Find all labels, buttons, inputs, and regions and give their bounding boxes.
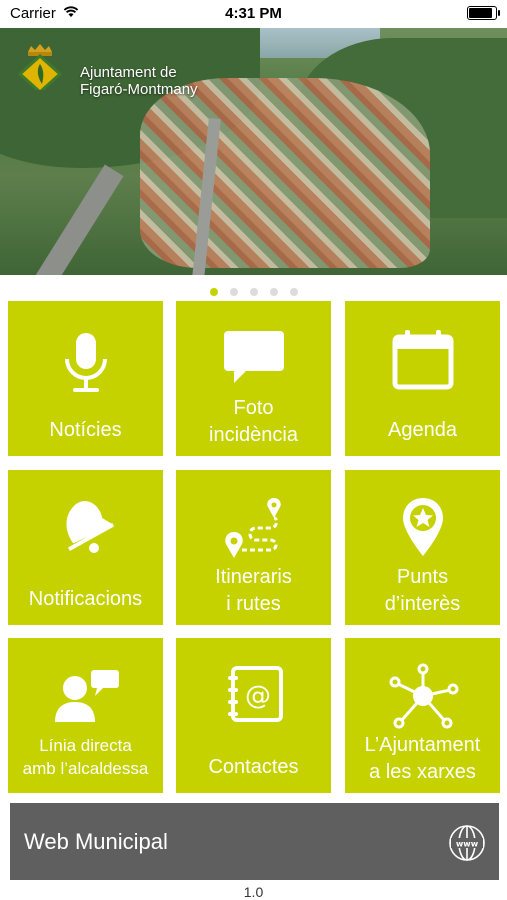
carousel-dot[interactable] xyxy=(209,288,218,296)
tile-itineraris-rutes[interactable]: Itineraris i rutes xyxy=(176,470,331,625)
network-icon xyxy=(389,663,458,729)
tile-label: Notícies xyxy=(49,419,122,441)
tile-label-line2: a les xarxes xyxy=(369,761,476,783)
app-version: 1.0 xyxy=(243,884,264,900)
carousel-dot[interactable] xyxy=(289,288,298,296)
bell-icon xyxy=(65,501,114,553)
hero-town xyxy=(140,78,430,268)
web-municipal-label: Web Municipal xyxy=(24,829,168,854)
address-book-icon: @ xyxy=(227,666,283,722)
tile-label-line2: d’interès xyxy=(384,593,461,615)
tile-label-line1: Línia directa xyxy=(39,736,132,755)
tile-foto-incidencia[interactable]: Foto incidència xyxy=(176,301,331,456)
tile-noticies[interactable]: Notícies xyxy=(8,301,163,456)
battery-icon xyxy=(467,6,500,20)
carousel-page-indicator[interactable] xyxy=(0,283,507,296)
person-chat-icon xyxy=(54,670,119,722)
tile-label-line2: amb l’alcaldessa xyxy=(22,759,149,778)
hero-road xyxy=(30,164,124,275)
tile-label-line1: Punts xyxy=(396,566,449,588)
tile-label-line2: i rutes xyxy=(226,593,281,615)
www-globe-icon: www xyxy=(449,825,485,861)
tile-label: Agenda xyxy=(388,419,457,441)
map-pin-star-icon xyxy=(402,498,443,556)
tile-label-line1: Itineraris xyxy=(215,566,292,588)
logo-text: Ajuntament de Figaró-Montmany xyxy=(80,64,198,98)
carousel-dot[interactable] xyxy=(249,288,258,296)
tile-contactes[interactable]: @ Contactes xyxy=(176,638,331,793)
web-municipal-button[interactable]: Web Municipal www xyxy=(10,803,499,880)
carousel-dot[interactable] xyxy=(269,288,278,296)
tile-notificacions[interactable]: Notificacions xyxy=(8,470,163,625)
logo-text-line1: Ajuntament de xyxy=(80,64,177,81)
tile-punts-interes[interactable]: Punts d’interès xyxy=(345,470,500,625)
coat-of-arms-icon xyxy=(17,44,63,90)
status-bar: Carrier 4:31 PM xyxy=(0,0,507,28)
tile-linia-directa[interactable]: Línia directa amb l’alcaldessa xyxy=(8,638,163,793)
calendar-icon xyxy=(392,330,453,390)
tile-label-line1: Foto xyxy=(233,397,274,419)
tile-agenda[interactable]: Agenda xyxy=(345,301,500,456)
tile-label-line2: incidència xyxy=(209,424,298,446)
hero-banner[interactable]: Ajuntament de Figaró-Montmany xyxy=(0,28,507,275)
clock: 4:31 PM xyxy=(225,5,282,22)
route-icon xyxy=(224,498,281,558)
carousel-dot[interactable] xyxy=(229,288,238,296)
speech-bubble-icon xyxy=(223,331,284,383)
logo-text-line2: Figaró-Montmany xyxy=(80,81,198,98)
tile-label: Contactes xyxy=(208,756,299,778)
tile-label: Notificacions xyxy=(28,588,143,610)
tile-label-line1: L’Ajuntament xyxy=(364,734,481,756)
svg-text:www: www xyxy=(456,840,479,849)
tile-ajuntament-xarxes[interactable]: L’Ajuntament a les xarxes xyxy=(345,638,500,793)
svg-text:@: @ xyxy=(245,681,271,711)
microphone-icon xyxy=(64,333,107,392)
